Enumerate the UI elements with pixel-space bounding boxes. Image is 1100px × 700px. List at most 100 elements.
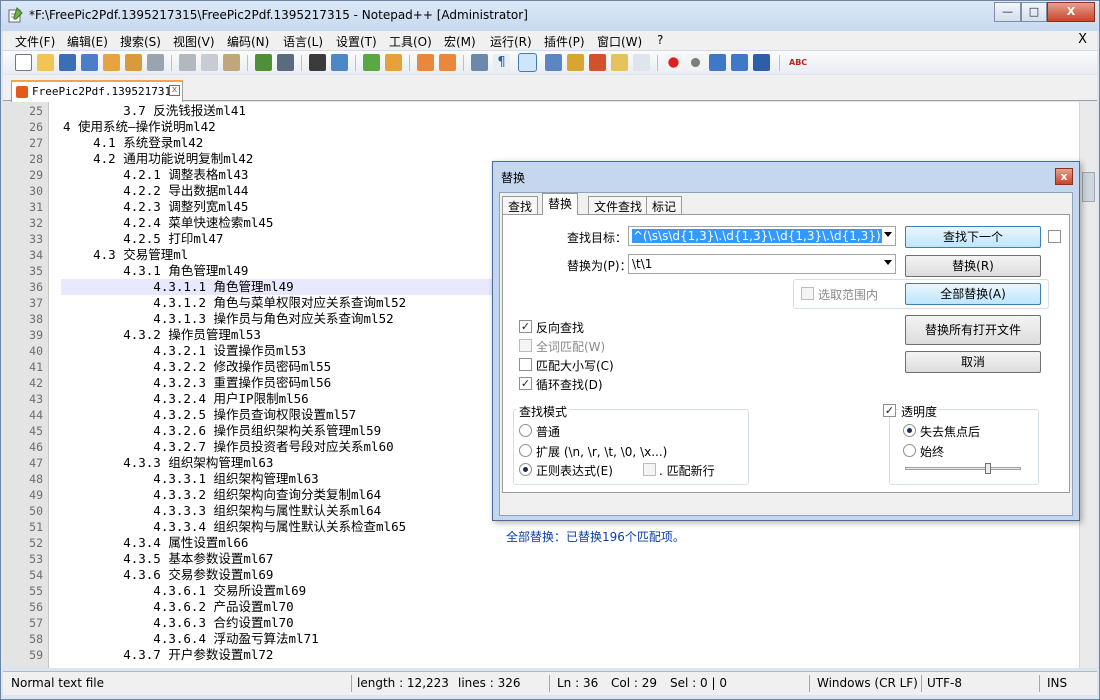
replace-button[interactable]: 替换(R) <box>905 255 1041 277</box>
wrap-around-checkbox[interactable]: ✓ <box>519 377 532 390</box>
undo-icon[interactable] <box>255 54 272 71</box>
editor-line[interactable]: 25 3.7 反洗钱报送ml41 <box>3 103 1079 119</box>
run-macro-multiple-icon[interactable] <box>731 54 748 71</box>
menu-help[interactable]: ? <box>657 33 663 47</box>
document-tab[interactable]: FreePic2Pdf.1395217315 x <box>11 80 183 102</box>
stop-macro-icon[interactable] <box>687 54 704 71</box>
copy-icon[interactable] <box>201 54 218 71</box>
show-all-characters-icon[interactable]: ¶ <box>493 54 510 71</box>
print-icon[interactable] <box>147 54 164 71</box>
find-next-checkbox[interactable] <box>1048 230 1061 243</box>
menu-run[interactable]: 运行(R) <box>490 33 532 50</box>
tab-replace[interactable]: 替换 <box>542 193 579 215</box>
editor-line[interactable]: 27 4.1 系统登录ml42 <box>3 135 1079 151</box>
whole-word-checkbox[interactable] <box>519 339 532 352</box>
close-window-button[interactable]: X <box>1047 2 1095 22</box>
menu-window[interactable]: 窗口(W) <box>597 33 642 50</box>
cut-icon[interactable] <box>179 54 196 71</box>
menu-search[interactable]: 搜索(S) <box>120 33 161 50</box>
replace-icon[interactable] <box>331 54 348 71</box>
replace-all-open-button[interactable]: 替换所有打开文件 <box>905 315 1041 345</box>
paste-icon[interactable] <box>223 54 240 71</box>
mode-extended-radio[interactable] <box>519 444 532 457</box>
menu-bar: 文件(F) 编辑(E) 搜索(S) 视图(V) 编码(N) 语言(L) 设置(T… <box>3 31 1097 50</box>
line-number: 58 <box>29 632 43 646</box>
close-file-icon[interactable] <box>103 54 120 71</box>
editor-line[interactable]: 59 4.3.7 开户参数设置ml72 <box>3 647 1079 663</box>
find-next-button[interactable]: 查找下一个 <box>905 226 1041 248</box>
scrollbar-thumb[interactable] <box>1082 172 1095 202</box>
dot-matches-newline-checkbox[interactable] <box>643 463 656 476</box>
status-encoding[interactable]: UTF-8 <box>927 676 962 690</box>
document-map-icon[interactable] <box>567 54 584 71</box>
user-language-icon[interactable] <box>545 54 562 71</box>
monitoring-icon[interactable] <box>633 54 650 71</box>
mode-regex-radio[interactable] <box>519 463 532 476</box>
record-macro-icon[interactable] <box>665 54 682 71</box>
transparency-slider-thumb[interactable] <box>985 463 991 474</box>
close-document-button[interactable]: X <box>1078 32 1087 47</box>
in-selection-checkbox[interactable] <box>801 287 814 300</box>
menu-language[interactable]: 语言(L) <box>283 33 323 50</box>
editor-line[interactable]: 53 4.3.5 基本参数设置ml67 <box>3 551 1079 567</box>
maximize-button[interactable]: □ <box>1021 2 1047 22</box>
menu-view[interactable]: 视图(V) <box>173 33 215 50</box>
on-lose-focus-radio[interactable] <box>903 424 916 437</box>
cancel-button[interactable]: 取消 <box>905 351 1041 373</box>
editor-line[interactable]: 54 4.3.6 交易参数设置ml69 <box>3 567 1079 583</box>
editor-line[interactable]: 55 4.3.6.1 交易所设置ml69 <box>3 583 1079 599</box>
menu-edit[interactable]: 编辑(E) <box>67 33 108 50</box>
sync-horizontal-icon[interactable] <box>439 54 456 71</box>
status-eol[interactable]: Windows (CR LF) <box>817 676 918 690</box>
spell-check-icon[interactable]: ABC <box>789 54 807 71</box>
menu-tools[interactable]: 工具(O) <box>389 33 432 50</box>
editor-line[interactable]: 56 4.3.6.2 产品设置ml70 <box>3 599 1079 615</box>
menu-plugins[interactable]: 插件(P) <box>544 33 585 50</box>
save-macro-icon[interactable] <box>753 54 770 71</box>
save-all-icon[interactable] <box>81 54 98 71</box>
new-file-icon[interactable] <box>15 54 32 71</box>
tab-find-in-files[interactable]: 文件查找 <box>588 196 649 215</box>
folder-workspace-icon[interactable] <box>611 54 628 71</box>
line-number: 51 <box>29 520 43 534</box>
always-radio[interactable] <box>903 444 916 457</box>
tab-mark[interactable]: 标记 <box>646 196 683 215</box>
editor-line[interactable]: 57 4.3.6.3 合约设置ml70 <box>3 615 1079 631</box>
match-case-checkbox[interactable] <box>519 358 532 371</box>
tab-find[interactable]: 查找 <box>502 196 539 215</box>
open-file-icon[interactable] <box>37 54 54 71</box>
sync-vertical-icon[interactable] <box>417 54 434 71</box>
chevron-down-icon[interactable] <box>884 260 892 265</box>
transparency-checkbox[interactable]: ✓ <box>883 404 896 417</box>
zoom-in-icon[interactable] <box>363 54 380 71</box>
replace-with-combobox[interactable]: \t\1 <box>628 254 896 274</box>
replace-all-button[interactable]: 全部替换(A) <box>905 283 1041 305</box>
minimize-button[interactable]: — <box>994 2 1021 22</box>
word-wrap-icon[interactable] <box>471 54 488 71</box>
find-what-combobox[interactable]: ^(\s\s\d{1,3}\.\d{1,3}\.\d{1,3}\.\d{1,3}… <box>628 226 896 246</box>
save-icon[interactable] <box>59 54 76 71</box>
close-tab-icon[interactable]: x <box>169 85 180 96</box>
title-bar[interactable]: *F:\FreePic2Pdf.1395217315\FreePic2Pdf.1… <box>1 1 1099 31</box>
zoom-out-icon[interactable] <box>385 54 402 71</box>
vertical-scrollbar[interactable] <box>1079 102 1097 668</box>
find-icon[interactable] <box>309 54 326 71</box>
menu-settings[interactable]: 设置(T) <box>336 33 377 50</box>
redo-icon[interactable] <box>277 54 294 71</box>
line-text: 3.7 反洗钱报送ml41 <box>63 103 246 118</box>
indent-guide-icon[interactable] <box>518 53 537 72</box>
status-insert-mode[interactable]: INS <box>1047 676 1067 690</box>
chevron-down-icon[interactable] <box>884 232 892 237</box>
menu-encoding[interactable]: 编码(N) <box>227 33 269 50</box>
mode-normal-radio[interactable] <box>519 424 532 437</box>
dialog-close-button[interactable]: x <box>1055 168 1073 185</box>
transparency-slider-track[interactable] <box>905 467 1021 470</box>
menu-file[interactable]: 文件(F) <box>15 33 55 50</box>
function-list-icon[interactable] <box>589 54 606 71</box>
editor-line[interactable]: 58 4.3.6.4 浮动盈亏算法ml71 <box>3 631 1079 647</box>
backward-direction-checkbox[interactable]: ✓ <box>519 320 532 333</box>
close-all-icon[interactable] <box>125 54 142 71</box>
editor-line[interactable]: 26 4 使用系统—操作说明ml42 <box>3 119 1079 135</box>
play-macro-icon[interactable] <box>709 54 726 71</box>
menu-macro[interactable]: 宏(M) <box>444 33 476 50</box>
